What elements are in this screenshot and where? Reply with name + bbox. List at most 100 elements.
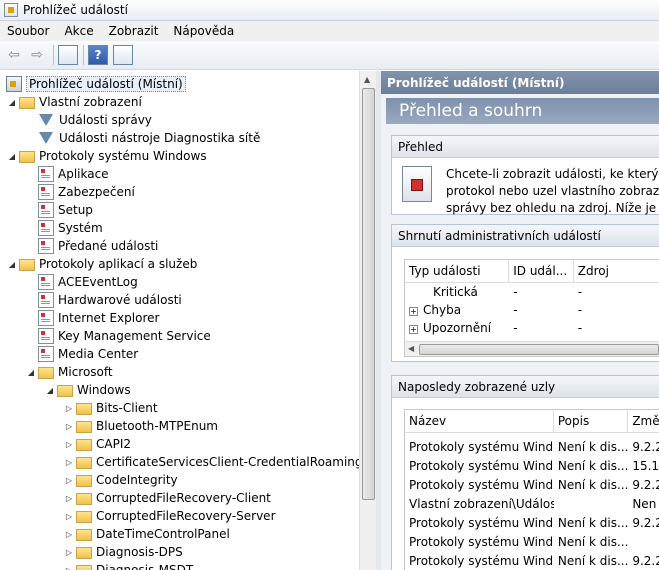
column-description[interactable]: Popis <box>554 410 629 432</box>
tree-item[interactable]: Předané události <box>26 237 158 255</box>
expand-arrow-icon[interactable]: ▷ <box>64 458 74 467</box>
tree-item[interactable]: ◢ Microsoft <box>26 363 113 381</box>
cell-name: Protokoly systému Wind... <box>409 477 554 492</box>
expand-arrow-icon[interactable]: ▷ <box>64 422 74 431</box>
tree-item[interactable]: ◢ Protokoly systému Windows <box>7 147 207 165</box>
tree-item[interactable]: ▷ Bits-Client <box>64 399 158 417</box>
tree-item[interactable]: Hardwarové události <box>26 291 182 309</box>
tree-vertical-scrollbar[interactable]: ▲ <box>359 71 376 570</box>
tree-item[interactable]: ◢ Protokoly aplikací a služeb <box>7 255 197 273</box>
tree-item[interactable]: Systém <box>26 219 103 237</box>
expand-arrow-icon[interactable]: ▷ <box>64 530 74 539</box>
tree-item-label: Předané události <box>58 239 159 253</box>
cell-name: Protokoly systému Wind... <box>409 534 554 549</box>
cell-modified: 9.2.2 <box>632 477 659 492</box>
tree-item-label: Key Management Service <box>58 329 211 343</box>
scrollbar-thumb[interactable] <box>419 344 659 355</box>
tree-item[interactable]: Internet Explorer <box>26 309 159 327</box>
table-row[interactable]: Protokoly systému Wind... Není k dis... 9.… <box>405 551 659 570</box>
tree-item[interactable]: Události správy <box>26 111 152 129</box>
column-source[interactable]: Zdroj <box>574 260 659 282</box>
overview-section-heading[interactable]: Přehled <box>392 136 659 158</box>
show-hide-action-pane-icon[interactable] <box>113 45 133 65</box>
expand-arrow-icon[interactable]: ◢ <box>7 152 17 161</box>
event-type-label: Upozornění <box>423 321 492 335</box>
expand-plus-icon[interactable]: + <box>409 307 418 316</box>
table-row[interactable]: + Chyba - - <box>405 301 659 319</box>
column-modified[interactable]: Změ <box>628 410 659 432</box>
tree-item-label: Media Center <box>58 347 139 361</box>
tree-item[interactable]: ▷ CorruptedFileRecovery-Server <box>64 507 276 525</box>
expand-arrow-icon[interactable]: ◢ <box>7 98 17 107</box>
scroll-up-arrow-icon[interactable]: ▲ <box>364 75 370 84</box>
back-arrow-icon[interactable]: ⇦ <box>3 44 25 66</box>
expand-arrow-icon[interactable]: ▷ <box>64 566 74 570</box>
table-row[interactable]: Vlastní zobrazení\Události... Nen <box>405 494 659 513</box>
expand-arrow-icon[interactable]: ▷ <box>64 494 74 503</box>
table-row[interactable]: Protokoly systému Wind... Není k dis... 15… <box>405 456 659 475</box>
tree-item[interactable]: Setup <box>26 201 93 219</box>
tree-item-label: Zabezpečení <box>58 185 135 199</box>
expand-plus-icon[interactable]: + <box>409 325 418 334</box>
tree-item[interactable]: ▷ CertificateServicesClient-CredentialRoa… <box>64 453 359 471</box>
expand-arrow-icon[interactable]: ◢ <box>26 368 36 377</box>
expand-arrow-icon[interactable]: ◢ <box>45 386 55 395</box>
menu-help[interactable]: Nápověda <box>166 24 242 38</box>
event-type-label: Chyba <box>423 303 462 317</box>
scrollbar-thumb[interactable] <box>362 88 375 500</box>
table-row[interactable]: Protokoly systému Wind... Není k dis... 9.… <box>405 513 659 532</box>
tree-item[interactable]: ▷ Diagnosis-DPS <box>64 543 183 561</box>
expand-arrow-icon[interactable]: ▷ <box>64 548 74 557</box>
table-row[interactable]: Protokoly systému Wind... Není k dis... 9.… <box>405 437 659 456</box>
expand-arrow-icon[interactable]: ◢ <box>7 260 17 269</box>
show-hide-console-tree-icon[interactable] <box>58 45 78 65</box>
tree-item[interactable]: ▷ CAPI2 <box>64 435 131 453</box>
tree-item[interactable]: Aplikace <box>26 165 109 183</box>
cell-description: Není k dis... <box>557 553 629 568</box>
table-row[interactable]: + Upozornění - - <box>405 319 659 337</box>
tree-item[interactable]: ▷ Diagnosis-MSDT <box>64 561 193 570</box>
scroll-left-arrow-icon[interactable]: ◀ <box>408 344 414 353</box>
tree-item[interactable]: ▷ CorruptedFileRecovery-Client <box>64 489 271 507</box>
menu-file[interactable]: Soubor <box>0 24 57 38</box>
table-row[interactable]: Protokoly systému Wind... Není k dis... 9.… <box>405 475 659 494</box>
menu-action[interactable]: Akce <box>57 24 101 38</box>
admin-events-table: Typ události ID udál... Zdroj Kritická - -… <box>404 259 659 357</box>
tree-item[interactable]: ▷ CodeIntegrity <box>64 471 178 489</box>
cell-modified: 9.2.2 <box>632 515 659 530</box>
menu-view[interactable]: Zobrazit <box>102 24 167 38</box>
folder-icon <box>76 547 92 559</box>
tree-item[interactable]: ◢ Windows <box>45 381 131 399</box>
tree-item[interactable]: Key Management Service <box>26 327 211 345</box>
column-name[interactable]: Název <box>405 410 554 432</box>
tree-item[interactable]: Media Center <box>26 345 138 363</box>
expand-arrow-icon[interactable]: ▷ <box>64 404 74 413</box>
tree-item[interactable]: Zabezpečení <box>26 183 135 201</box>
tree-item[interactable]: ◢ Vlastní zobrazení <box>7 93 142 111</box>
help-icon[interactable]: ? <box>88 45 108 65</box>
tree-item[interactable]: ACEEventLog <box>26 273 138 291</box>
column-event-type[interactable]: Typ události <box>405 260 510 282</box>
folder-icon <box>38 367 54 379</box>
tree-item[interactable]: ▷ DateTimeControlPanel <box>64 525 230 543</box>
forward-arrow-icon[interactable]: ⇨ <box>26 44 48 66</box>
cell-description: Není k dis... <box>557 439 629 454</box>
root-icon <box>6 76 22 92</box>
log-icon <box>38 166 54 182</box>
expand-arrow-icon[interactable]: ▷ <box>64 476 74 485</box>
admin-events-heading[interactable]: Shrnutí administrativních událostí <box>392 225 659 247</box>
window-title: Prohlížeč událostí <box>23 3 128 17</box>
tree-item[interactable]: ▷ Bluetooth-MTPEnum <box>64 417 218 435</box>
admin-horizontal-scrollbar[interactable]: ◀ <box>405 341 659 356</box>
column-event-id[interactable]: ID udál... <box>509 260 574 282</box>
expand-arrow-icon[interactable]: ▷ <box>64 440 74 449</box>
tree-item[interactable]: Události nástroje Diagnostika sítě <box>26 129 260 147</box>
recent-nodes-heading[interactable]: Naposledy zobrazené uzly <box>392 376 659 398</box>
table-row[interactable]: Kritická - - <box>405 283 659 301</box>
expand-plus-icon[interactable] <box>419 287 428 296</box>
table-row[interactable]: Protokoly systému Wind... Není k dis... <box>405 532 659 551</box>
expand-arrow-icon[interactable]: ▷ <box>64 512 74 521</box>
tree-item-label: Bluetooth-MTPEnum <box>96 419 218 433</box>
overview-line: Chcete-li zobrazit události, ke kterým d… <box>446 167 659 181</box>
tree-item[interactable]: Prohlížeč událostí (Místní) <box>4 75 186 93</box>
